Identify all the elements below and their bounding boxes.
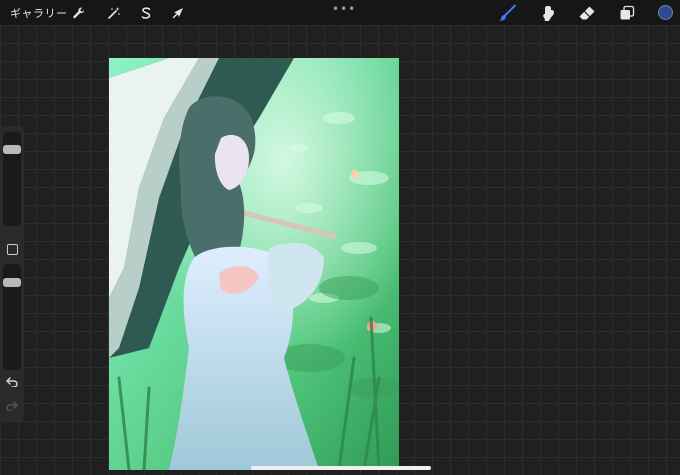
smudge-icon[interactable] [537,3,559,22]
left-sidebar [0,126,24,422]
wrench-icon[interactable] [69,3,88,22]
magic-wand-icon[interactable] [104,3,123,22]
top-toolbar: ギャラリー ••• [0,0,680,25]
color-picker-swatch[interactable] [658,5,673,20]
brush-icon[interactable] [496,3,518,22]
artwork-painting [109,58,399,470]
artwork-canvas[interactable] [109,58,399,470]
procreate-app: ギャラリー ••• [0,0,680,475]
arrow-cursor-icon[interactable] [168,3,187,22]
modifier-square-icon[interactable] [7,244,18,255]
more-options-handle[interactable]: ••• [332,2,356,16]
selection-s-icon[interactable] [136,3,155,22]
home-indicator[interactable] [251,466,431,470]
gallery-button[interactable]: ギャラリー [10,5,68,21]
opacity-thumb[interactable] [3,277,21,287]
eraser-icon[interactable] [576,3,598,22]
undo-icon[interactable] [4,375,20,389]
layers-icon[interactable] [616,3,638,22]
redo-icon[interactable] [4,399,20,413]
brush-size-thumb[interactable] [3,144,21,154]
